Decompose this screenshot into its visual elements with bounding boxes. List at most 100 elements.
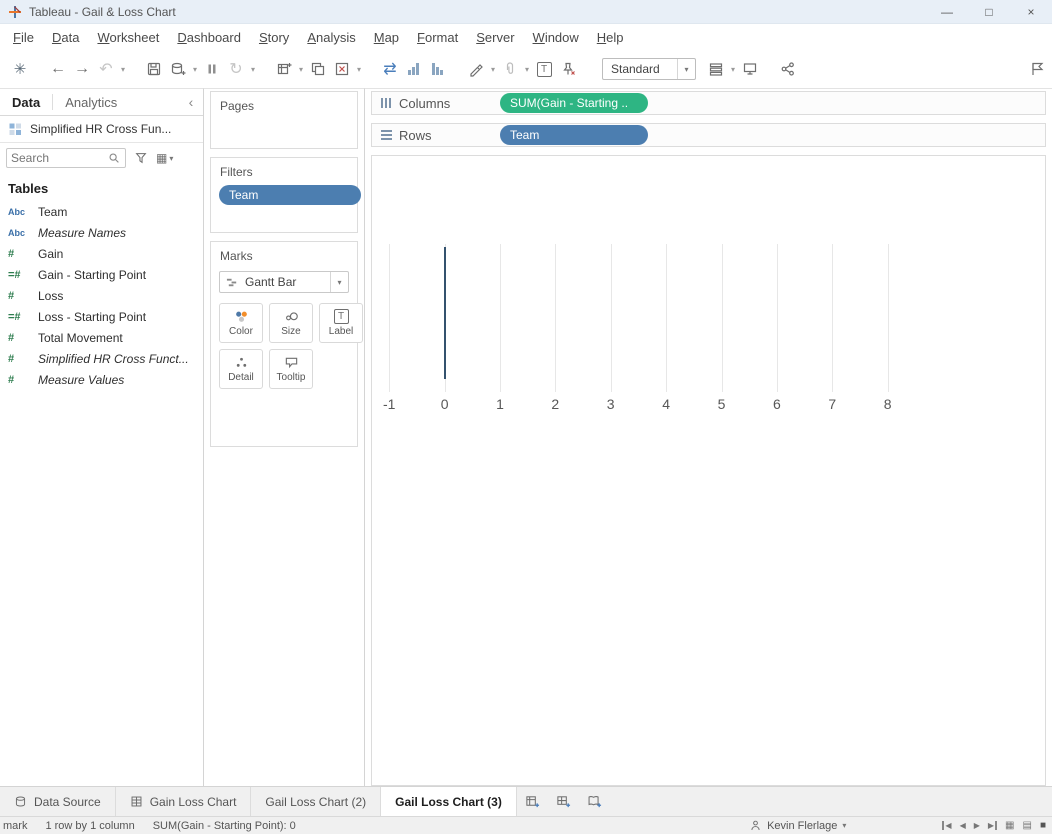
clear-sheet-button[interactable] xyxy=(330,56,354,82)
field-label: Gain xyxy=(38,246,64,261)
fix-axes-button[interactable] xyxy=(556,56,580,82)
maximize-button[interactable]: □ xyxy=(968,0,1010,23)
presentation-mode-button[interactable] xyxy=(738,56,762,82)
show-mark-labels-button[interactable]: T xyxy=(532,56,556,82)
duplicate-sheet-button[interactable] xyxy=(306,56,330,82)
fit-dropdown-caret-icon[interactable]: ▾ xyxy=(677,59,695,79)
fit-dropdown[interactable]: Standard ▾ xyxy=(602,58,696,80)
menu-server[interactable]: Server xyxy=(467,26,523,49)
highlight-button[interactable] xyxy=(464,56,488,82)
marks-card[interactable]: Marks Gantt Bar ▾ Color Size T Label Det… xyxy=(210,241,363,447)
new-story-tab-button[interactable] xyxy=(579,787,610,816)
field-loss-starting-point[interactable]: =# Loss - Starting Point xyxy=(0,306,203,327)
label-button[interactable]: T Label xyxy=(319,303,363,343)
swap-axes-button[interactable]: ⇄ xyxy=(378,56,402,82)
detail-button[interactable]: Detail xyxy=(219,349,263,389)
field-measure-names[interactable]: Abc Measure Names xyxy=(0,222,203,243)
sheet-sorter-icon[interactable]: ▦ xyxy=(1005,820,1014,831)
tab-data-source[interactable]: Data Source xyxy=(0,787,116,816)
color-button[interactable]: Color xyxy=(219,303,263,343)
tab-analytics[interactable]: Analytics xyxy=(53,89,129,115)
field-measure-values[interactable]: # Measure Values xyxy=(0,369,203,390)
sort-ascending-button[interactable] xyxy=(402,56,426,82)
filter-pill-team[interactable]: Team xyxy=(219,185,361,205)
menu-worksheet[interactable]: Worksheet xyxy=(88,26,168,49)
menu-map[interactable]: Map xyxy=(365,26,408,49)
field-team[interactable]: Abc Team xyxy=(0,201,203,222)
columns-icon xyxy=(381,98,392,108)
filters-card[interactable]: Filters Team xyxy=(210,157,361,233)
new-data-source-button[interactable] xyxy=(166,56,190,82)
new-data-source-caret-icon[interactable]: ▾ xyxy=(190,56,200,82)
rows-pill-team[interactable]: Team xyxy=(500,125,648,145)
show-me-button[interactable] xyxy=(1026,56,1050,82)
size-button[interactable]: Size xyxy=(269,303,313,343)
run-update-caret-icon[interactable]: ▾ xyxy=(248,56,258,82)
chart-canvas[interactable]: -1 0 1 2 3 4 5 6 7 8 xyxy=(371,155,1046,786)
menu-dashboard[interactable]: Dashboard xyxy=(168,26,250,49)
rows-shelf-label: Rows xyxy=(372,128,492,143)
run-update-button[interactable]: ↻ xyxy=(224,56,248,82)
columns-shelf[interactable]: Columns SUM(Gain - Starting .. xyxy=(371,91,1046,115)
sort-descending-button[interactable] xyxy=(426,56,450,82)
last-sheet-icon[interactable]: ▶ xyxy=(988,821,998,830)
tab-gail-loss-chart-3[interactable]: Gail Loss Chart (3) xyxy=(381,787,517,816)
filter-fields-icon[interactable] xyxy=(131,148,151,168)
undo-caret-icon[interactable]: ▾ xyxy=(118,56,128,82)
field-total-movement[interactable]: # Total Movement xyxy=(0,327,203,348)
back-button[interactable]: ← xyxy=(46,56,70,82)
first-sheet-icon[interactable]: ◀ xyxy=(942,821,952,830)
group-members-button[interactable] xyxy=(498,56,522,82)
field-gain-starting-point[interactable]: =# Gain - Starting Point xyxy=(0,264,203,285)
filmstrip-view-icon[interactable]: ▤ xyxy=(1023,820,1032,831)
tab-gain-loss-chart[interactable]: Gain Loss Chart xyxy=(116,787,252,816)
tableau-logo-button[interactable]: ✳ xyxy=(8,56,32,82)
new-worksheet-tab-button[interactable] xyxy=(517,787,548,816)
menu-window[interactable]: Window xyxy=(524,26,588,49)
previous-sheet-icon[interactable]: ◀ xyxy=(960,821,966,830)
share-button[interactable] xyxy=(776,56,800,82)
collapse-pane-icon[interactable]: ‹ xyxy=(179,89,203,115)
menu-story[interactable]: Story xyxy=(250,26,298,49)
search-input[interactable] xyxy=(11,151,107,165)
tooltip-button[interactable]: Tooltip xyxy=(269,349,313,389)
show-tabs-icon[interactable]: ■ xyxy=(1040,820,1046,831)
mark-type-caret-icon[interactable]: ▾ xyxy=(330,272,348,292)
menu-format[interactable]: Format xyxy=(408,26,467,49)
group-members-caret-icon[interactable]: ▾ xyxy=(522,56,532,82)
new-dashboard-tab-button[interactable] xyxy=(548,787,579,816)
field-gain[interactable]: # Gain xyxy=(0,243,203,264)
new-worksheet-button[interactable] xyxy=(272,56,296,82)
menu-analysis[interactable]: Analysis xyxy=(298,26,364,49)
new-worksheet-caret-icon[interactable]: ▾ xyxy=(296,56,306,82)
menu-help[interactable]: Help xyxy=(588,26,633,49)
close-button[interactable]: × xyxy=(1010,0,1052,23)
tab-gail-loss-chart-2[interactable]: Gail Loss Chart (2) xyxy=(251,787,382,816)
menu-data[interactable]: Data xyxy=(43,26,88,49)
next-sheet-icon[interactable]: ▶ xyxy=(974,821,980,830)
minimize-button[interactable]: — xyxy=(926,0,968,23)
rows-shelf[interactable]: Rows Team xyxy=(371,123,1046,147)
mark-type-dropdown[interactable]: Gantt Bar ▾ xyxy=(219,271,349,293)
undo-button[interactable]: ↶ xyxy=(94,56,118,82)
gantt-mark[interactable] xyxy=(443,247,446,379)
chart-pane[interactable] xyxy=(372,244,896,392)
search-box[interactable] xyxy=(6,148,126,168)
highlight-caret-icon[interactable]: ▾ xyxy=(488,56,498,82)
view-options-button[interactable]: ▦ ▾ xyxy=(156,151,173,165)
field-table-count[interactable]: # Simplified HR Cross Funct... xyxy=(0,348,203,369)
menu-file[interactable]: File xyxy=(4,26,43,49)
user-account-dropdown[interactable]: Kevin Flerlage ▾ xyxy=(749,819,846,832)
pause-auto-updates-button[interactable] xyxy=(200,56,224,82)
field-loss[interactable]: # Loss xyxy=(0,285,203,306)
pages-card-title: Pages xyxy=(220,99,255,113)
forward-button[interactable]: → xyxy=(70,56,94,82)
pages-card[interactable]: Pages xyxy=(210,91,358,149)
save-button[interactable] xyxy=(142,56,166,82)
datasource-row[interactable]: Simplified HR Cross Fun... xyxy=(0,116,203,143)
clear-sheet-caret-icon[interactable]: ▾ xyxy=(354,56,364,82)
show-hide-cards-caret-icon[interactable]: ▾ xyxy=(728,56,738,82)
columns-pill-sum-gain-starting-point[interactable]: SUM(Gain - Starting .. xyxy=(500,93,648,113)
tab-data[interactable]: Data xyxy=(0,89,52,115)
show-hide-cards-button[interactable] xyxy=(704,56,728,82)
